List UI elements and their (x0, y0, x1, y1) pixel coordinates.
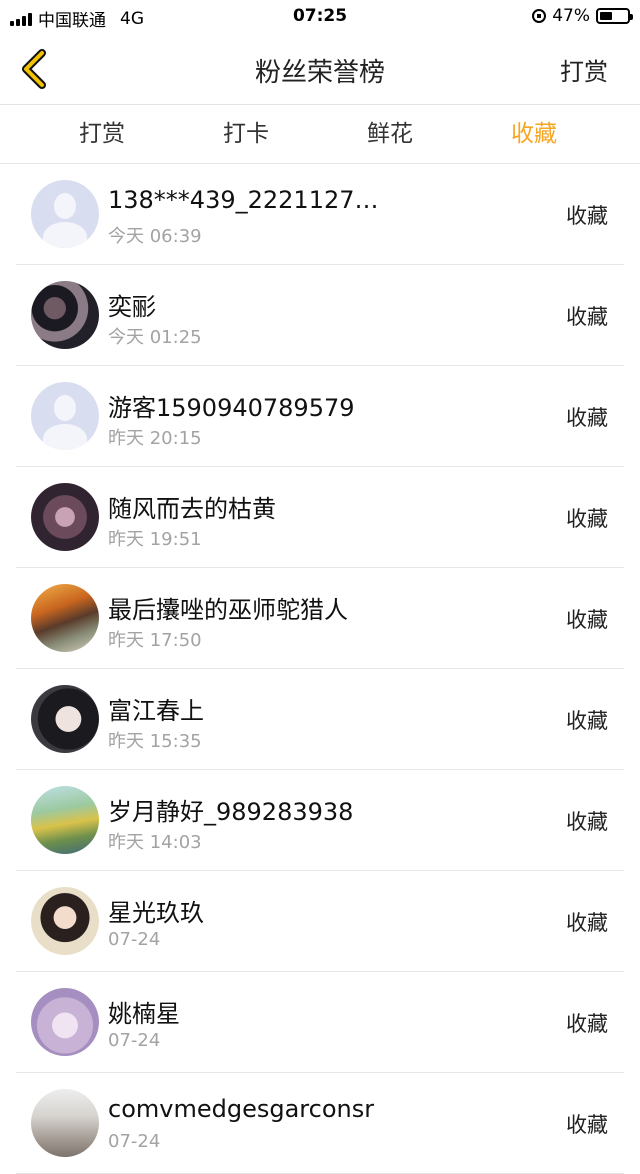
list-item[interactable]: 富江春上 昨天 15:35 收藏 (16, 669, 624, 770)
avatar (31, 180, 99, 248)
nav-bar: 粉丝荣誉榜 打赏 (0, 34, 640, 105)
list-item[interactable]: 岁月静好_989283938 昨天 14:03 收藏 (16, 770, 624, 871)
list-item[interactable]: 星光玖玖 07-24 收藏 (16, 871, 624, 972)
avatar (31, 887, 99, 955)
avatar (31, 483, 99, 551)
avatar (31, 988, 99, 1056)
battery-percent: 47% (552, 6, 590, 26)
tab-bar: 打赏 打卡 鲜花 收藏 (0, 105, 640, 164)
user-name: 奕彨 (108, 293, 156, 321)
timestamp: 昨天 17:50 (108, 630, 202, 651)
timestamp: 07-24 (108, 929, 161, 950)
list-item[interactable]: 随风而去的枯黄 昨天 19:51 收藏 (16, 467, 624, 568)
action-label: 收藏 (566, 1012, 608, 1036)
list-item[interactable]: 138***439_2221127… 今天 06:39 收藏 (16, 164, 624, 265)
orientation-lock-icon (532, 9, 547, 23)
timestamp: 07-24 (108, 1131, 161, 1152)
user-name: comvmedgesgarconsr (108, 1095, 375, 1123)
tab-favorites[interactable]: 收藏 (462, 105, 606, 163)
user-name: 富江春上 (108, 697, 204, 725)
timestamp: 昨天 20:15 (108, 428, 202, 449)
tab-flowers[interactable]: 鲜花 (318, 105, 462, 163)
action-label: 收藏 (566, 305, 608, 329)
action-label: 收藏 (566, 709, 608, 733)
action-label: 收藏 (566, 204, 608, 228)
user-name: 星光玖玖 (108, 899, 204, 927)
user-name: 游客1590940789579 (108, 394, 355, 422)
list-item[interactable]: comvmedgesgarconsr 07-24 收藏 (16, 1073, 624, 1174)
list-item[interactable]: 最后攮唑的巫师鸵猎人 昨天 17:50 收藏 (16, 568, 624, 669)
timestamp: 07-24 (108, 1030, 161, 1051)
reward-button[interactable]: 打赏 (560, 52, 608, 87)
list-item[interactable]: 姚楠星 07-24 收藏 (16, 972, 624, 1073)
avatar (31, 786, 99, 854)
battery-icon (596, 8, 633, 24)
tab-reward[interactable]: 打赏 (30, 105, 174, 163)
user-name: 最后攮唑的巫师鸵猎人 (108, 596, 348, 624)
action-label: 收藏 (566, 507, 608, 531)
action-label: 收藏 (566, 810, 608, 834)
list-item[interactable]: 奕彨 今天 01:25 收藏 (16, 265, 624, 366)
status-right: 47% (532, 6, 633, 26)
user-name: 138***439_2221127… (108, 186, 379, 214)
avatar (31, 685, 99, 753)
avatar (31, 1089, 99, 1157)
timestamp: 昨天 19:51 (108, 529, 202, 550)
status-bar: 中国联通 4G 07:25 47% (0, 0, 640, 34)
avatar (31, 584, 99, 652)
avatar (31, 281, 99, 349)
action-label: 收藏 (566, 406, 608, 430)
action-label: 收藏 (566, 608, 608, 632)
fan-list: 138***439_2221127… 今天 06:39 收藏 奕彨 今天 01:… (16, 164, 624, 1174)
timestamp: 昨天 14:03 (108, 832, 202, 853)
user-name: 岁月静好_989283938 (108, 798, 354, 826)
user-name: 随风而去的枯黄 (108, 495, 276, 523)
action-label: 收藏 (566, 1113, 608, 1137)
timestamp: 今天 01:25 (108, 327, 202, 348)
timestamp: 昨天 15:35 (108, 731, 202, 752)
timestamp: 今天 06:39 (108, 226, 202, 247)
avatar (31, 382, 99, 450)
user-name: 姚楠星 (108, 1000, 180, 1028)
list-item[interactable]: 游客1590940789579 昨天 20:15 收藏 (16, 366, 624, 467)
action-label: 收藏 (566, 911, 608, 935)
tab-checkin[interactable]: 打卡 (174, 105, 318, 163)
page-title: 粉丝荣誉榜 (254, 58, 385, 88)
